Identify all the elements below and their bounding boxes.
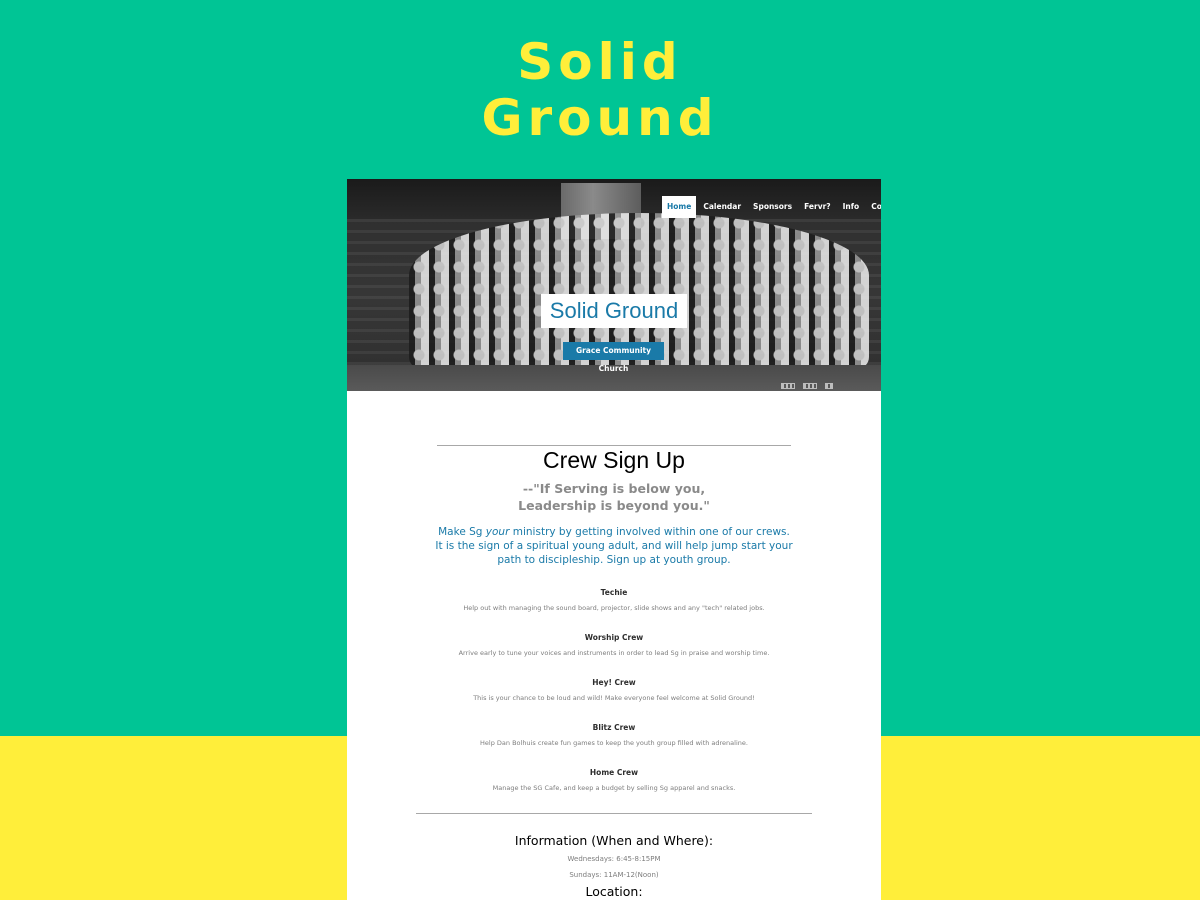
intro-emphasis: your <box>485 526 510 538</box>
nav-item-contact[interactable]: Contact <box>866 196 881 218</box>
intro-text-start: Make Sg <box>438 526 486 538</box>
crew-name: Home Crew <box>589 768 639 777</box>
nav-item-fervr[interactable]: Fervr? <box>799 196 836 218</box>
hero-banner: Home Calendar Sponsors Fervr? Info Conta… <box>347 179 881 391</box>
main-nav: Home Calendar Sponsors Fervr? Info Conta… <box>662 196 881 218</box>
crew-description: Help out with managing the sound board, … <box>463 604 765 612</box>
crew-item-hey: Hey! Crew This is your chance to be loud… <box>347 678 881 703</box>
church-button[interactable]: Grace Community Church <box>563 342 664 373</box>
crew-description: Arrive early to tune your voices and ins… <box>458 649 770 657</box>
banner-title-line2: Ground <box>481 89 719 147</box>
crew-description: Manage the SG Cafe, and keep a budget by… <box>492 784 736 792</box>
site-title: Solid Ground <box>541 294 687 328</box>
crew-description: This is your chance to be loud and wild!… <box>473 694 755 702</box>
info-wednesdays: Wednesdays: 6:45-8:15PM <box>567 855 661 863</box>
crew-name: Worship Crew <box>584 633 644 642</box>
crew-item-worship: Worship Crew Arrive early to tune your v… <box>347 633 881 658</box>
section-title: Crew Sign Up <box>543 447 685 473</box>
website-screenshot: Home Calendar Sponsors Fervr? Info Conta… <box>347 179 881 900</box>
crew-description: Help Dan Bolhuis create fun games to kee… <box>480 739 748 747</box>
slider-controls <box>781 383 833 389</box>
intro-paragraph: Make Sg your ministry by getting involve… <box>435 525 793 567</box>
banner-title: Solid Ground <box>0 34 1200 146</box>
banner-title-line1: Solid <box>517 33 683 91</box>
nav-item-info[interactable]: Info <box>838 196 865 218</box>
crew-item-techie: Techie Help out with managing the sound … <box>347 588 881 613</box>
slider-dot-3[interactable] <box>825 383 833 389</box>
divider-bottom <box>416 813 812 814</box>
slider-dot-1[interactable] <box>781 383 795 389</box>
crew-name: Techie <box>600 588 628 597</box>
nav-item-calendar[interactable]: Calendar <box>698 196 746 218</box>
info-title: Information (When and Where): <box>514 833 714 848</box>
crew-name: Hey! Crew <box>592 678 636 687</box>
quote: --"If Serving is below you, Leadership i… <box>347 480 881 514</box>
nav-item-home[interactable]: Home <box>662 196 697 218</box>
crew-item-home: Home Crew Manage the SG Cafe, and keep a… <box>347 768 881 793</box>
location-title: Location: <box>585 884 643 899</box>
nav-item-sponsors[interactable]: Sponsors <box>748 196 797 218</box>
quote-line2: Leadership is beyond you." <box>518 498 710 513</box>
crew-item-blitz: Blitz Crew Help Dan Bolhuis create fun g… <box>347 723 881 748</box>
crew-name: Blitz Crew <box>592 723 636 732</box>
info-sundays: Sundays: 11AM-12(Noon) <box>569 871 659 879</box>
slider-dot-2[interactable] <box>803 383 817 389</box>
quote-line1: --"If Serving is below you, <box>522 481 706 496</box>
